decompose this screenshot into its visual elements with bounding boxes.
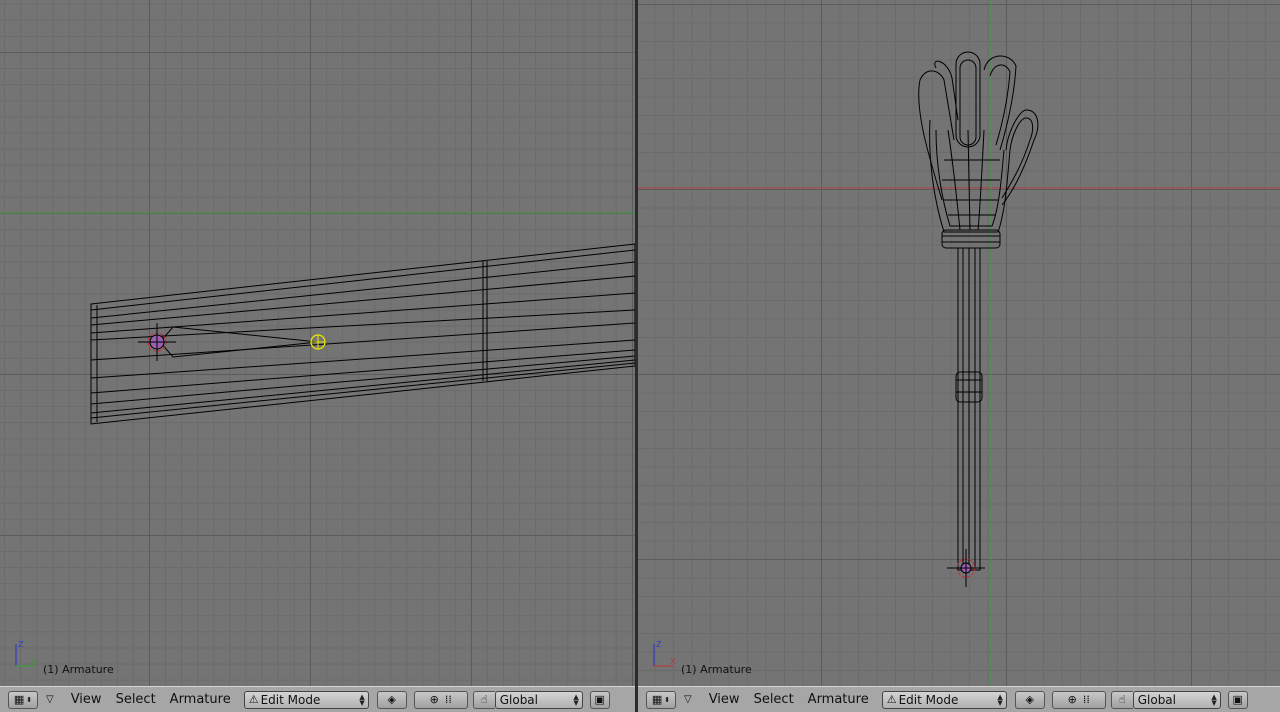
orientation-value: Global: [499, 692, 538, 707]
hand-mesh-wireframe: [918, 51, 1039, 571]
left-scene: [0, 212, 635, 425]
wire-cube-icon: ◈: [1025, 693, 1034, 706]
menu-armature[interactable]: Armature: [801, 692, 876, 707]
image-icon: ▣: [1232, 693, 1243, 706]
object-label: (1) Armature: [43, 663, 114, 676]
hand-icon: ☝: [480, 693, 488, 706]
axis-a-label: Z: [18, 640, 24, 649]
hand-icon: ☝: [1118, 693, 1126, 706]
bone-tip-joint: [310, 334, 326, 350]
dropdown-arrows-icon: ▲ ▼: [1211, 692, 1217, 707]
mode-dropdown[interactable]: ⚠ Edit Mode ▲ ▼: [243, 690, 369, 709]
render-preview-button[interactable]: ▣: [1227, 690, 1248, 709]
left-viewport-header: ▦ ⬍ ▽ View Select Armature ⚠ Edit Mode ▲ ▼…: [0, 686, 635, 712]
pivot-options-icon: ⁞⁞: [1082, 693, 1090, 706]
menu-view[interactable]: View: [702, 692, 747, 707]
collapse-menu-icon[interactable]: ▽: [684, 694, 692, 705]
manipulator-toggle[interactable]: ☝: [472, 690, 495, 709]
object-label: (1) Armature: [681, 663, 752, 676]
grid-icon: ▦: [13, 693, 25, 706]
arm-mesh-wireframe: [90, 243, 635, 425]
menu-armature[interactable]: Armature: [163, 692, 238, 707]
mode-value: Edit Mode: [260, 692, 321, 707]
pivot-cursor-icon: ⊕: [1067, 693, 1077, 706]
orientation-dropdown[interactable]: Global ▲ ▼: [494, 690, 583, 709]
armature-mode-icon: ⚠: [886, 693, 897, 706]
right-3d-viewport[interactable]: Z X (1) Armature: [638, 0, 1280, 686]
pivot-button[interactable]: ⊕ ⁞⁞: [413, 690, 468, 709]
dropdown-arrows-icon: ▲ ▼: [997, 692, 1003, 707]
mode-value: Edit Mode: [898, 692, 959, 707]
collapse-menu-icon[interactable]: ▽: [46, 694, 54, 705]
manipulator-toggle[interactable]: ☝: [1110, 690, 1133, 709]
menu-select[interactable]: Select: [747, 692, 801, 707]
orientation-dropdown[interactable]: Global ▲ ▼: [1132, 690, 1221, 709]
axis-b-label: Y: [31, 657, 37, 666]
grid-icon: ▦: [651, 693, 663, 706]
left-3d-viewport[interactable]: Z Y (1) Armature: [0, 0, 635, 686]
armature-mode-icon: ⚠: [248, 693, 259, 706]
bone-root-cursor: [947, 549, 985, 587]
dropdown-arrows-icon: ▲ ▼: [359, 692, 365, 707]
axis-gizmo: Z X: [653, 640, 676, 667]
draw-type-button[interactable]: ◈: [376, 690, 407, 709]
render-preview-button[interactable]: ▣: [589, 690, 610, 709]
pivot-button[interactable]: ⊕ ⁞⁞: [1051, 690, 1106, 709]
draw-type-button[interactable]: ◈: [1014, 690, 1045, 709]
axis-gizmo: Z Y: [15, 640, 37, 667]
image-icon: ▣: [594, 693, 605, 706]
axis-b-label: X: [670, 657, 676, 666]
editor-type-button[interactable]: ▦ ⬍: [646, 690, 676, 709]
right-viewport-header: ▦ ⬍ ▽ View Select Armature ⚠ Edit Mode ▲ ▼…: [638, 686, 1280, 712]
menu-select[interactable]: Select: [109, 692, 163, 707]
orientation-value: Global: [1137, 692, 1176, 707]
pivot-options-icon: ⁞⁞: [444, 693, 452, 706]
menu-view[interactable]: View: [64, 692, 109, 707]
axis-a-label: Z: [656, 640, 662, 649]
wire-cube-icon: ◈: [387, 693, 396, 706]
editor-type-button[interactable]: ▦ ⬍: [8, 690, 38, 709]
mode-dropdown[interactable]: ⚠ Edit Mode ▲ ▼: [881, 690, 1007, 709]
dropdown-arrows-icon: ▲ ▼: [573, 692, 579, 707]
right-scene: [638, 0, 1280, 686]
pivot-cursor-icon: ⊕: [429, 693, 439, 706]
